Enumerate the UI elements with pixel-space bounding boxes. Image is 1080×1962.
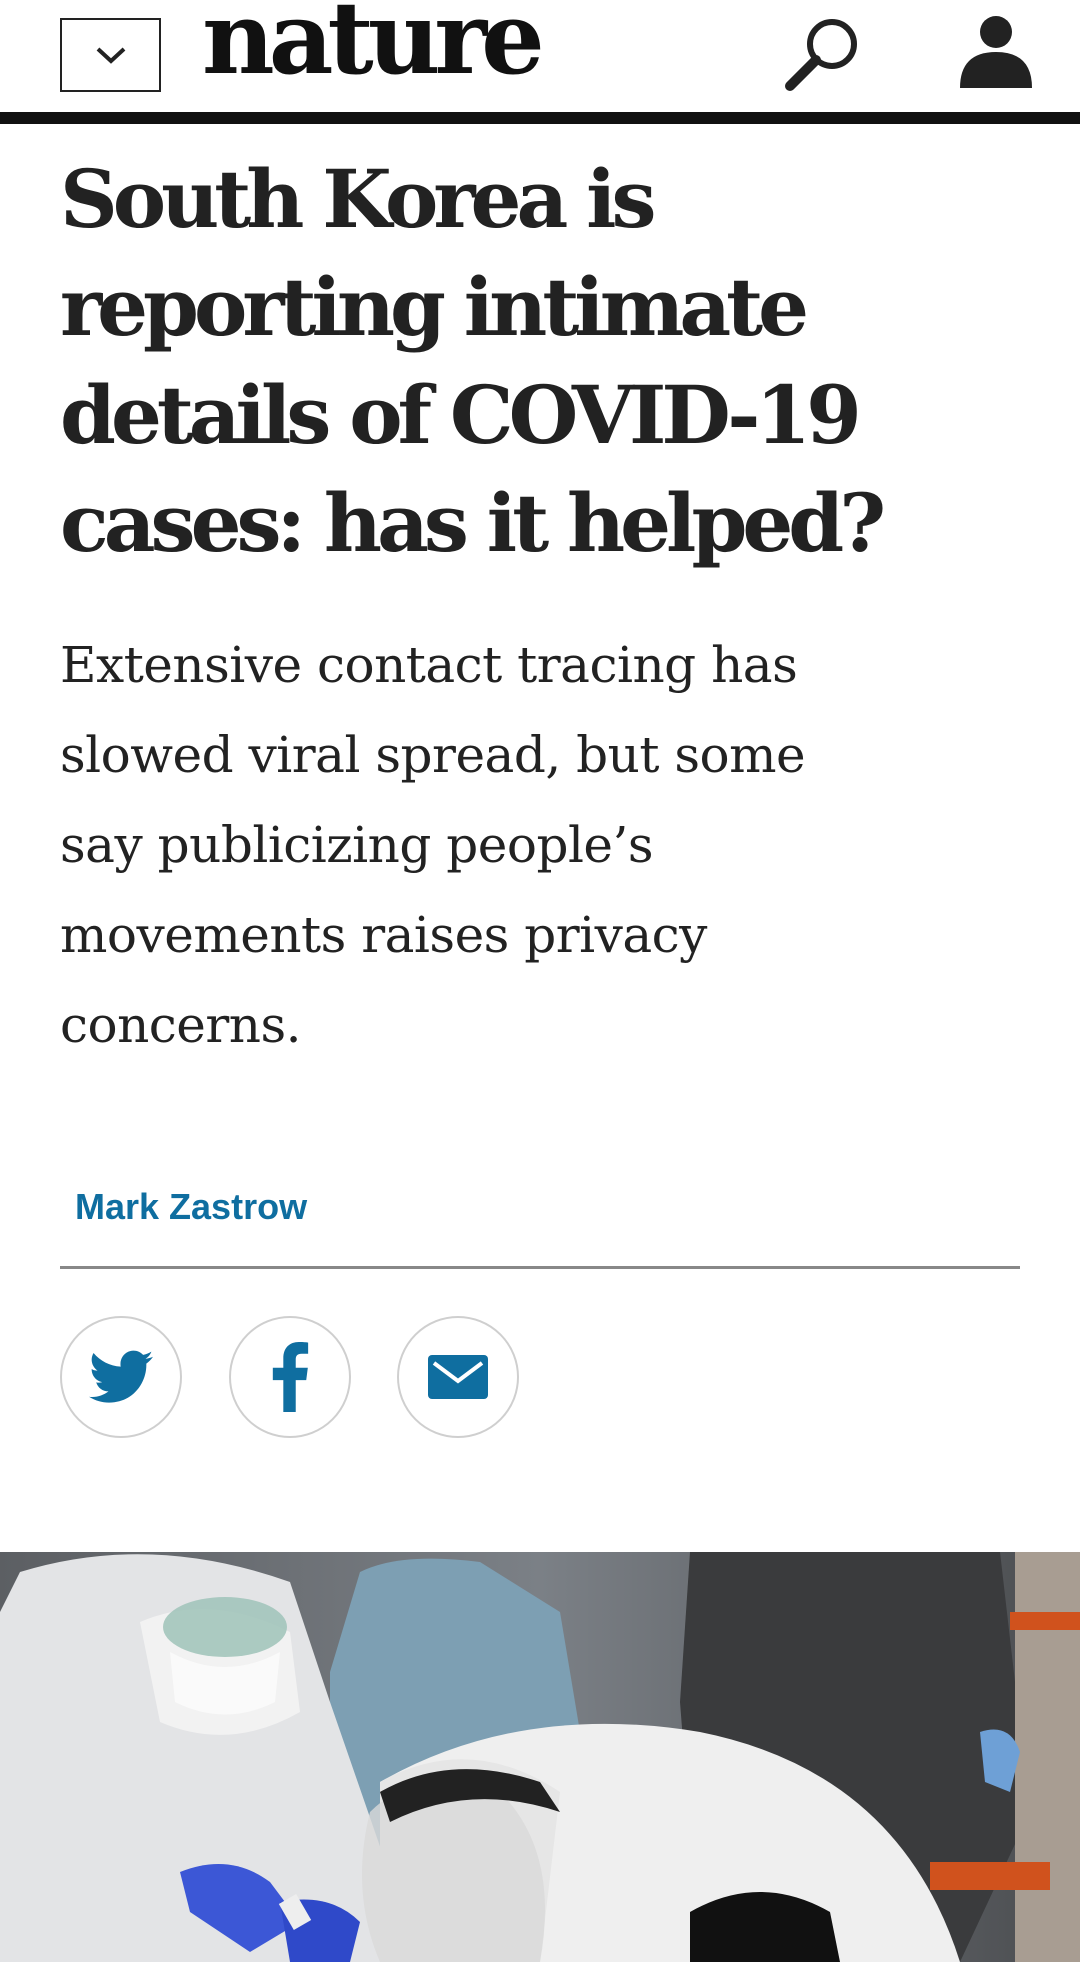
share-facebook-button[interactable] — [229, 1316, 351, 1438]
article-standfirst: Extensive contact tracing has slowed vir… — [60, 636, 806, 1054]
search-button[interactable] — [782, 12, 866, 96]
byline-divider — [60, 1266, 1020, 1269]
user-icon — [960, 16, 1032, 88]
email-icon — [428, 1355, 488, 1399]
chevron-down-icon — [96, 47, 125, 64]
facebook-icon — [272, 1342, 309, 1412]
account-button[interactable] — [956, 12, 1036, 92]
header-divider — [0, 112, 1080, 124]
author-link[interactable]: Mark Zastrow — [75, 1186, 307, 1228]
share-twitter-button[interactable] — [60, 1316, 182, 1438]
twitter-icon — [89, 1350, 153, 1403]
hero-image — [0, 1552, 1080, 1962]
site-logo[interactable]: nature — [202, 0, 545, 88]
share-email-button[interactable] — [397, 1316, 519, 1438]
search-icon — [785, 19, 857, 91]
menu-toggle-button[interactable] — [60, 18, 161, 92]
site-header: nature — [0, 0, 1080, 112]
article-headline: South Korea is reporting intimate detail… — [60, 152, 886, 570]
hero-photo — [0, 1552, 1080, 1962]
